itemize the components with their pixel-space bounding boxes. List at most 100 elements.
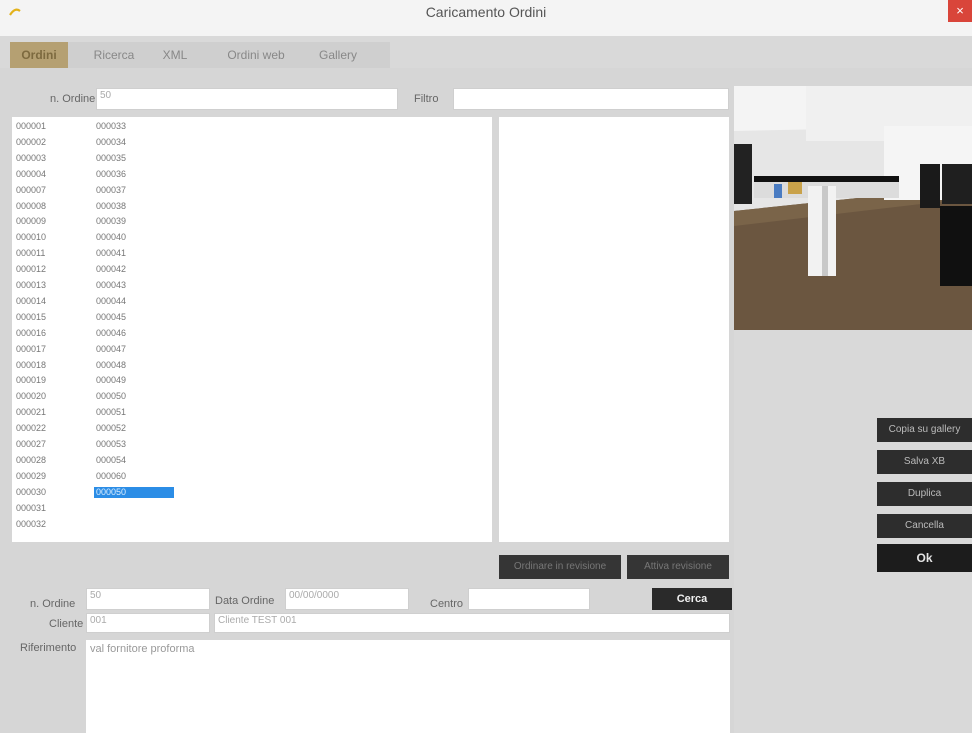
detail-client-label: Cliente: [49, 618, 84, 630]
order-code: 000015: [16, 311, 47, 322]
order-code: 000030: [16, 486, 47, 497]
order-code: 000002: [16, 136, 47, 147]
order-number: 000049: [96, 375, 127, 386]
order-row[interactable]: 000021 000051: [12, 407, 492, 418]
order-code: 000031: [16, 502, 47, 513]
tab-bar: Ordini Ricerca XML Ordini web Gallery: [0, 36, 972, 68]
order-row[interactable]: 000029 000060: [12, 471, 492, 482]
order-code: 000032: [16, 518, 47, 529]
order-code: 000028: [16, 454, 47, 465]
order-row[interactable]: 000030 000050: [12, 486, 492, 498]
order-number: 000039: [96, 216, 127, 227]
order-number: 000046: [96, 327, 127, 338]
order-number: 000045: [96, 311, 127, 322]
order-number: 000052: [96, 423, 127, 434]
order-number: 000043: [96, 280, 127, 290]
order-code: 000009: [16, 216, 47, 227]
order-row[interactable]: 000008 000038: [12, 201, 492, 212]
order-row[interactable]: 000011 000041: [12, 248, 492, 259]
order-row[interactable]: 000009 000039: [12, 216, 492, 227]
order-code: 000022: [16, 423, 47, 434]
save-xb-button[interactable]: Salva XB: [877, 450, 972, 474]
kitchen-preview-image: [734, 86, 972, 330]
ok-button[interactable]: Ok: [877, 544, 972, 572]
order-code: 000019: [16, 375, 47, 386]
order-row[interactable]: 000015 000045: [12, 312, 492, 323]
order-number: 000041: [96, 248, 127, 259]
tab-xml[interactable]: XML: [156, 42, 194, 68]
order-row[interactable]: 000017 000047: [12, 344, 492, 355]
order-row[interactable]: 000003 000035: [12, 153, 492, 164]
order-code: 000010: [16, 232, 47, 243]
order-row[interactable]: 000018 000048: [12, 360, 492, 371]
tab-ordini-web[interactable]: Ordini web: [210, 42, 302, 68]
title-bar: Caricamento Ordini ×: [0, 0, 972, 36]
order-row[interactable]: 000022 000052: [12, 423, 492, 434]
detail-date-field[interactable]: 00/00/0000: [285, 588, 409, 610]
tab-ricerca[interactable]: Ricerca: [78, 42, 150, 68]
orders-list[interactable]: 000001 000033 000002 000034 000003 000035 0000…: [12, 117, 492, 542]
order-row[interactable]: 000012 000042: [12, 264, 492, 275]
order-row[interactable]: 000010 000040: [12, 232, 492, 243]
order-code: 000027: [16, 439, 47, 449]
order-number: 000037: [96, 184, 127, 195]
order-code: 000017: [16, 343, 47, 354]
order-number: 000051: [96, 407, 127, 418]
detail-center-field[interactable]: [468, 588, 590, 610]
order-number: 000048: [96, 359, 127, 370]
detail-client-name-field[interactable]: Cliente TEST 001: [214, 613, 730, 633]
tab-ordini[interactable]: Ordini: [10, 42, 68, 68]
order-number: 000050: [96, 391, 127, 402]
window-title: Caricamento Ordini: [425, 4, 547, 20]
order-row[interactable]: 000031: [12, 503, 492, 514]
order-number: 000036: [96, 168, 127, 179]
order-code: 000018: [16, 359, 47, 370]
order-row[interactable]: 000013 000043: [12, 280, 492, 291]
order-search-input[interactable]: 50: [96, 88, 398, 110]
order-code: 000008: [16, 200, 47, 211]
close-button[interactable]: ×: [948, 0, 972, 22]
order-row[interactable]: 000002 000034: [12, 137, 492, 148]
order-row[interactable]: 000001 000033: [12, 121, 492, 132]
delete-button[interactable]: Cancella: [877, 514, 972, 538]
order-code: 000016: [16, 327, 47, 338]
order-code: 000003: [16, 152, 47, 163]
order-number: 000050: [94, 486, 174, 498]
order-row[interactable]: 000020 000050: [12, 391, 492, 402]
order-code: 000001: [16, 121, 47, 131]
copy-to-gallery-button[interactable]: Copia su gallery: [877, 418, 972, 442]
detail-notes-label: Riferimento: [20, 642, 77, 654]
order-code: 000014: [16, 295, 47, 306]
filter-input[interactable]: [453, 88, 729, 110]
detail-order-field[interactable]: 50: [86, 588, 210, 610]
duplicate-button[interactable]: Duplica: [877, 482, 972, 506]
detail-notes-field[interactable]: val fornitore proforma: [86, 640, 730, 733]
order-number: 000038: [96, 200, 127, 211]
order-code: 000004: [16, 168, 47, 179]
order-number: 000042: [96, 264, 127, 275]
detail-date-label: Data Ordine: [215, 595, 275, 607]
order-code: 000013: [16, 280, 47, 290]
order-row[interactable]: 000028 000054: [12, 455, 492, 466]
order-revision-button[interactable]: Ordinare in revisione: [499, 555, 621, 579]
activate-revision-button[interactable]: Attiva revisione: [627, 555, 729, 579]
kitchen-render: [734, 86, 972, 330]
detail-client-code-field[interactable]: 001: [86, 613, 210, 633]
order-code: 000020: [16, 391, 47, 402]
order-row[interactable]: 000019 000049: [12, 375, 492, 386]
order-number: 000040: [96, 232, 127, 243]
order-row[interactable]: 000016 000046: [12, 328, 492, 339]
order-row[interactable]: 000027 000053: [12, 439, 492, 450]
order-number: 000044: [96, 295, 127, 306]
tab-gallery[interactable]: Gallery: [308, 42, 368, 68]
order-number: 000060: [96, 470, 127, 481]
order-row[interactable]: 000007 000037: [12, 185, 492, 196]
order-number: 000054: [96, 454, 127, 465]
order-code: 000011: [16, 248, 46, 259]
order-row[interactable]: 000032: [12, 519, 492, 530]
filter-label: Filtro: [414, 93, 439, 105]
order-row[interactable]: 000004 000036: [12, 169, 492, 180]
cerca-button[interactable]: Cerca: [652, 588, 732, 610]
order-number: 000035: [96, 152, 127, 163]
order-row[interactable]: 000014 000044: [12, 296, 492, 307]
